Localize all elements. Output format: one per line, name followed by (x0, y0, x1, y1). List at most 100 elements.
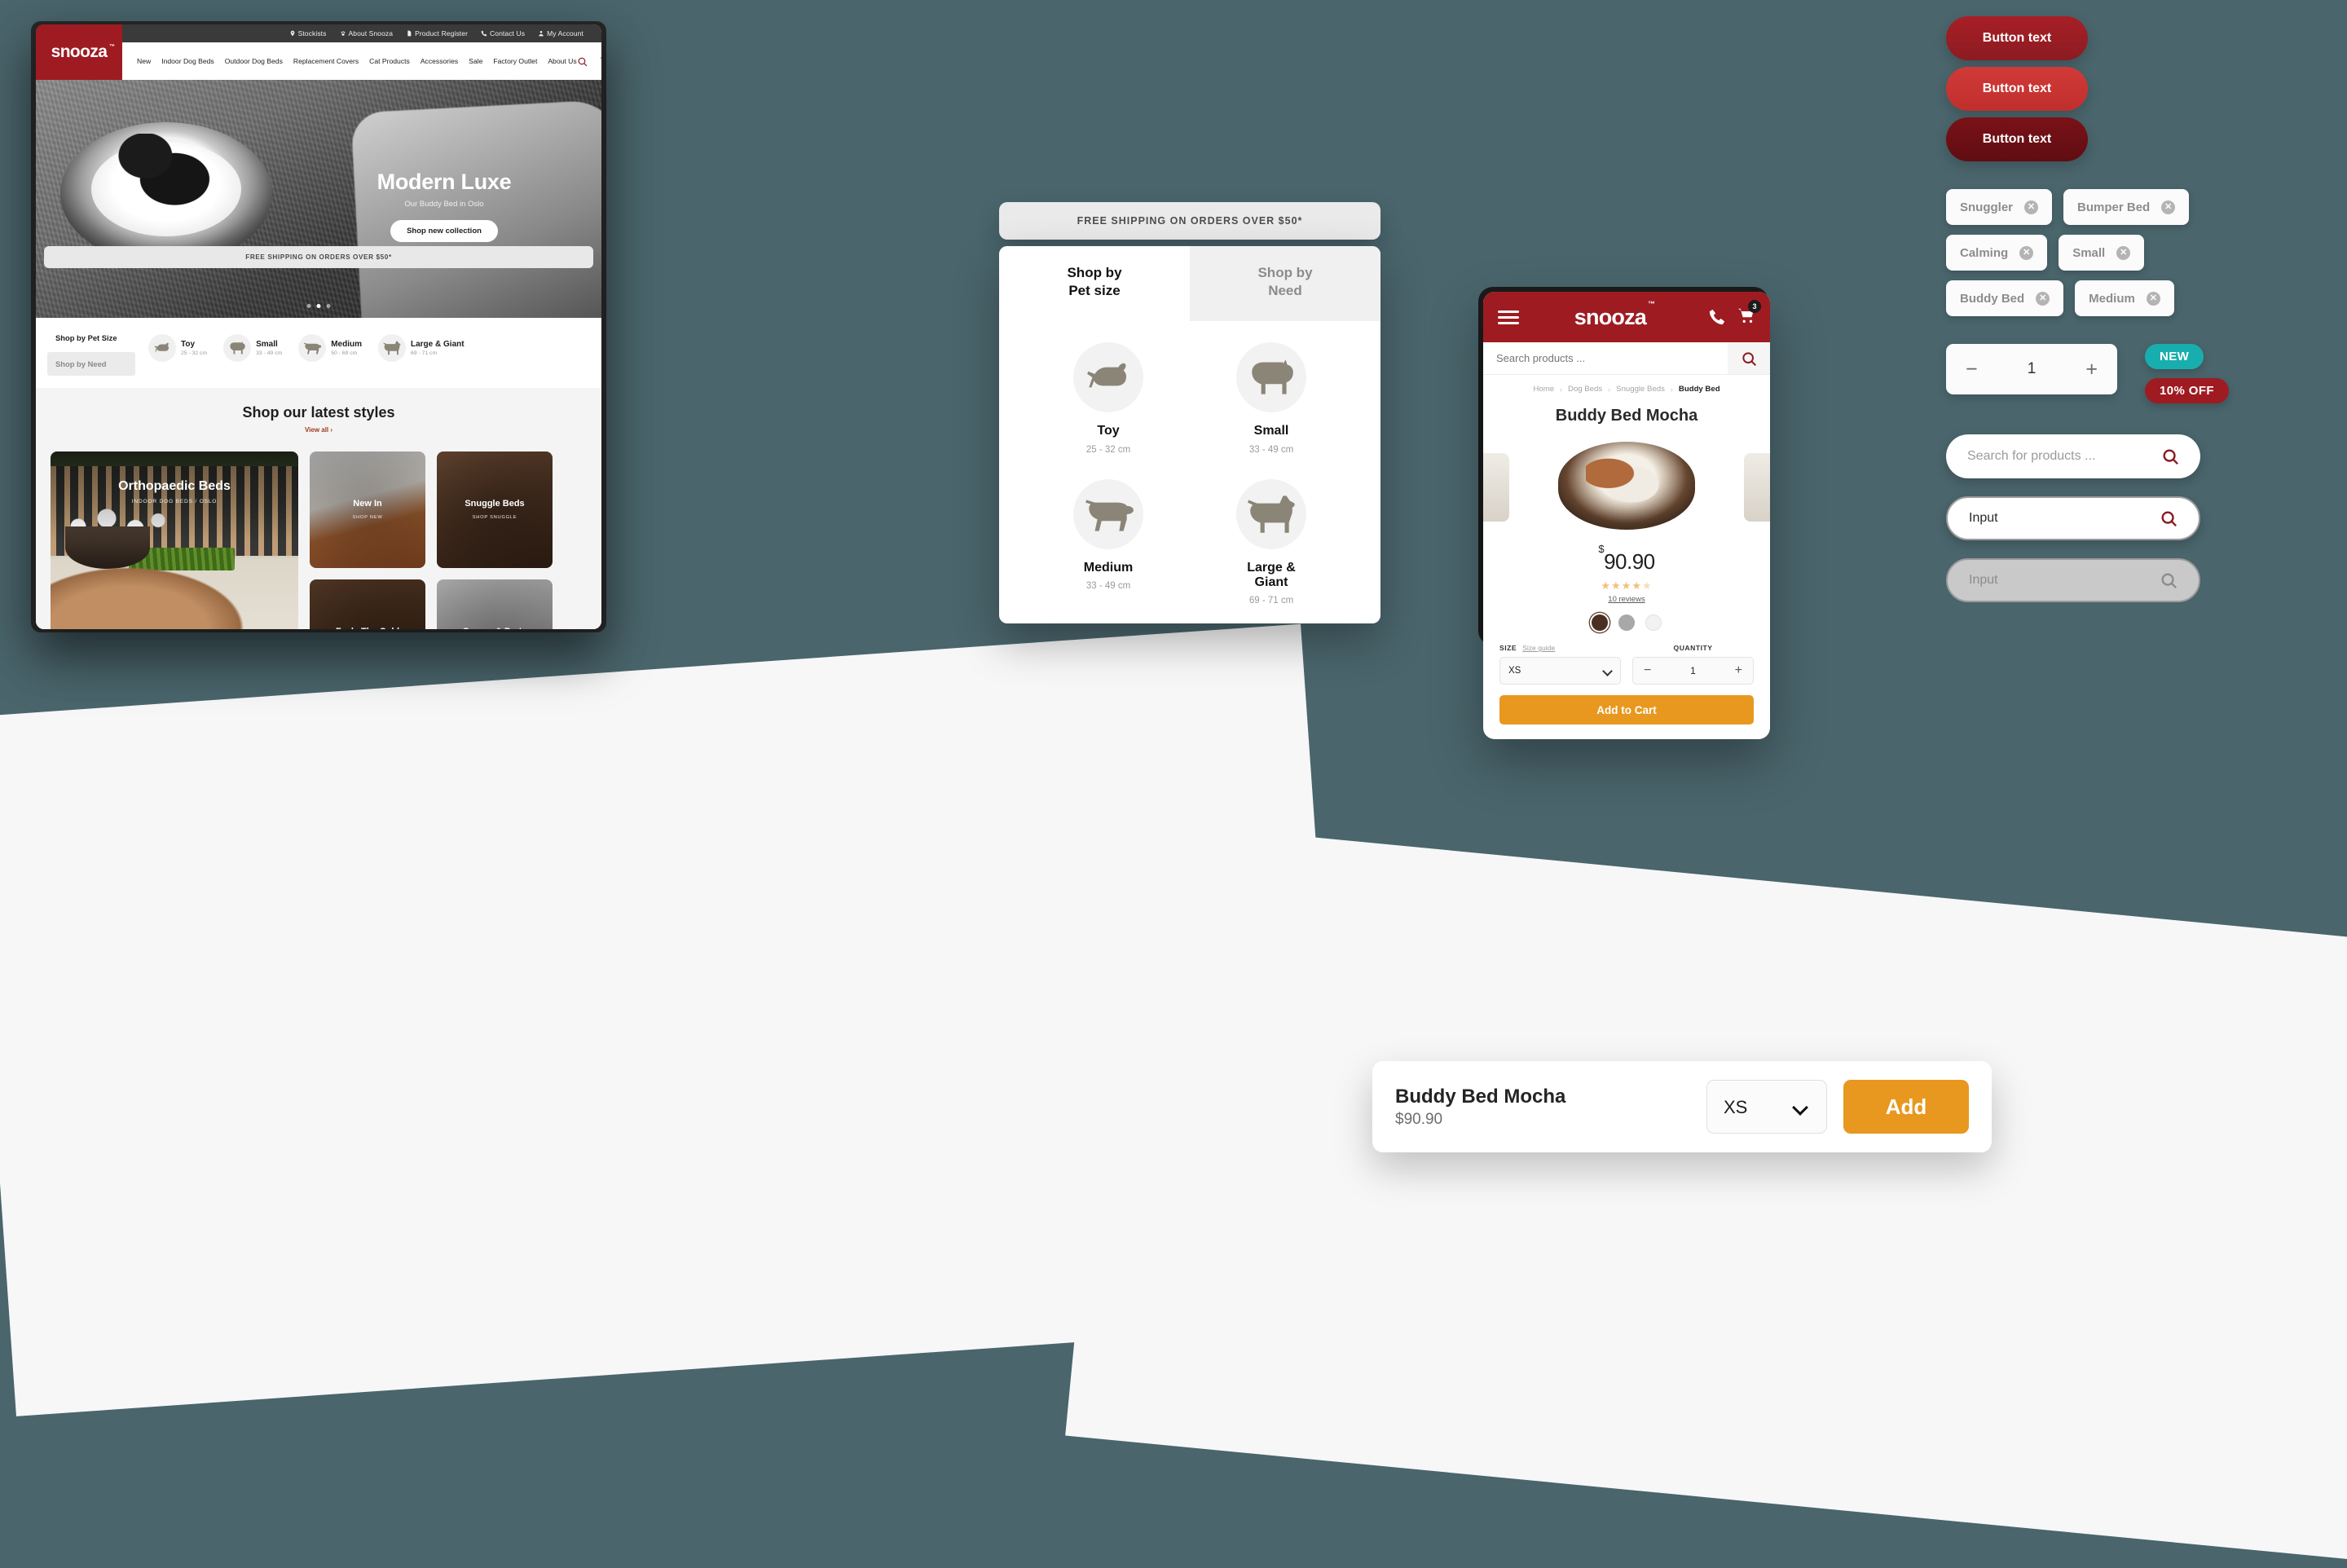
topbar-item-contact[interactable]: Contact Us (481, 29, 525, 37)
tile-new-in[interactable]: New In SHOP NEW (310, 451, 425, 568)
topbar-item-product-register[interactable]: Product Register (406, 29, 468, 37)
breadcrumb-item-home[interactable]: Home (1533, 385, 1554, 394)
brand-logo-block[interactable]: snooza ™ (36, 24, 122, 80)
nav-item-outdoor-dog-beds[interactable]: Outdoor Dog Beds (225, 57, 283, 65)
search-button[interactable] (1728, 342, 1770, 374)
breadcrumb-item-dog-beds[interactable]: Dog Beds (1568, 385, 1602, 394)
petsize-item-large-giant[interactable]: Large & Giant 69 - 71 cm (378, 334, 465, 362)
close-icon[interactable]: ✕ (2116, 245, 2131, 260)
chip-label: Small (2072, 245, 2106, 260)
swatch-mocha[interactable] (1592, 614, 1608, 631)
size-guide-link[interactable]: Size guide (1522, 644, 1555, 652)
search-icon[interactable] (2161, 447, 2179, 465)
modal-size-toy[interactable]: Toy 25 - 32 cm (1027, 342, 1190, 455)
modal-size-small[interactable]: Small 33 - 49 cm (1190, 342, 1353, 455)
primary-button-default[interactable]: Button text (1946, 16, 2088, 60)
nav-item-new[interactable]: New (137, 57, 151, 65)
modal-size-medium[interactable]: Medium 33 - 49 cm (1027, 478, 1190, 606)
cart-icon[interactable] (599, 56, 601, 67)
cart-button[interactable]: 3 (1737, 299, 1761, 328)
add-to-cart-button[interactable]: Add to Cart (1499, 695, 1754, 725)
quantity-value: 1 (1690, 665, 1696, 676)
petsize-name: Large & Giant (411, 339, 465, 349)
filter-chip-calming[interactable]: Calming ✕ (1946, 235, 2048, 271)
close-icon[interactable]: ✕ (2036, 291, 2050, 306)
search-field[interactable] (1969, 511, 2160, 526)
close-icon[interactable]: ✕ (2146, 291, 2160, 306)
quantity-increment-button[interactable]: + (1735, 664, 1742, 677)
tile-dog-image (51, 561, 256, 629)
modal-size-name-line1: Large & (1247, 560, 1296, 575)
sticky-size-select[interactable]: XS S M L (1706, 1080, 1827, 1134)
gallery-prev-thumb[interactable] (1483, 453, 1509, 522)
close-icon[interactable]: ✕ (2161, 200, 2176, 214)
stepper-increment-button[interactable]: + (2085, 359, 2098, 380)
modal-tab-shop-by-pet-size[interactable]: Shop by Pet size (999, 246, 1190, 322)
tab-shop-by-pet-size[interactable]: Shop by Pet Size (55, 329, 134, 346)
topbar-item-about[interactable]: About Snooza (340, 29, 394, 37)
mobile-brand-logo[interactable]: snooza™ (1519, 300, 1708, 330)
tile-snuggle-beds[interactable]: Snuggle Beds SHOP SNUGGLE (437, 451, 553, 568)
search-field[interactable] (1967, 449, 2161, 464)
primary-button-pressed[interactable]: Button text (1946, 117, 2088, 161)
carousel-dots[interactable] (306, 304, 331, 308)
stepper-decrement-button[interactable]: − (1966, 359, 1978, 380)
phone-icon[interactable] (1708, 308, 1726, 326)
close-icon[interactable]: ✕ (2024, 200, 2039, 214)
topbar-item-stockists[interactable]: Stockists (289, 29, 327, 37)
sticky-add-button[interactable]: Add (1843, 1080, 1969, 1134)
quantity-decrement-button[interactable]: − (1644, 664, 1651, 677)
petsize-item-medium[interactable]: Medium 50 - 69 cm (298, 334, 362, 362)
document-icon (407, 30, 412, 37)
view-all-link[interactable]: View all › (36, 426, 601, 434)
modal-tab-shop-by-need[interactable]: Shop by Need (1190, 246, 1380, 322)
petsize-item-small[interactable]: Small 33 - 49 cm (223, 334, 282, 362)
tile-feels-the-cold[interactable]: Feels The Cold SHOP COCOON (310, 579, 425, 629)
hamburger-menu-icon[interactable] (1498, 307, 1519, 328)
modal-size-large-giant[interactable]: Large & Giant 69 - 71 cm (1190, 478, 1353, 606)
tile-orthopaedic-beds[interactable]: Orthopaedic Beds INDOOR DOG BEDS / OSLO … (51, 451, 298, 629)
modal-size-range: 33 - 49 cm (1248, 444, 1294, 455)
carousel-dot[interactable] (326, 304, 331, 308)
topbar-item-my-account[interactable]: My Account (538, 29, 583, 37)
swatch-grey[interactable] (1618, 614, 1635, 631)
breadcrumb-item-snuggle-beds[interactable]: Snuggle Beds (1616, 385, 1665, 394)
filter-chip-group: Snuggler ✕ Bumper Bed ✕ Calming ✕ Small … (1946, 189, 2199, 316)
nav-item-factory-outlet[interactable]: Factory Outlet (493, 57, 537, 65)
filter-chip-snuggler[interactable]: Snuggler ✕ (1946, 189, 2053, 225)
carousel-dot[interactable] (306, 304, 311, 308)
product-gallery[interactable] (1483, 434, 1770, 538)
petsize-text: Medium 50 - 69 cm (331, 340, 362, 357)
nav-item-about-us[interactable]: About Us (548, 57, 576, 65)
search-input-filled[interactable] (1946, 496, 2200, 540)
swatch-white[interactable] (1645, 614, 1662, 631)
petsize-item-toy[interactable]: Toy 25 - 32 cm (148, 334, 207, 362)
modal-size-range: 69 - 71 cm (1248, 596, 1294, 606)
primary-button-hover[interactable]: Button text (1946, 67, 2088, 111)
hero-cta-button[interactable]: Shop new collection (390, 220, 498, 242)
filter-chip-buddy-bed[interactable]: Buddy Bed ✕ (1946, 280, 2064, 316)
filter-chip-medium[interactable]: Medium ✕ (2075, 280, 2174, 316)
search-input-default[interactable] (1946, 434, 2200, 478)
modal-tab-line1: Shop by (1067, 265, 1122, 280)
size-select[interactable]: XS S M L (1499, 657, 1621, 685)
reviews-link[interactable]: 10 reviews (1483, 595, 1770, 604)
size-quantity-row: SIZE Size guide XS S M L QUANTITY − 1 (1483, 631, 1770, 685)
breadcrumb-item-current: Buddy Bed (1678, 385, 1720, 394)
tile-covers-and-parts[interactable]: Covers & Parts SHOP PARTS (437, 579, 553, 629)
close-icon[interactable]: ✕ (2019, 245, 2034, 260)
petsize-range: 25 - 32 cm (181, 350, 208, 357)
search-input[interactable] (1483, 342, 1728, 374)
filter-chip-bumper-bed[interactable]: Bumper Bed ✕ (2063, 189, 2190, 225)
tab-shop-by-need[interactable]: Shop by Need (47, 352, 135, 376)
nav-item-sale[interactable]: Sale (469, 57, 482, 65)
gallery-next-thumb[interactable] (1744, 453, 1770, 522)
nav-item-indoor-dog-beds[interactable]: Indoor Dog Beds (161, 57, 214, 65)
nav-item-accessories[interactable]: Accessories (421, 57, 458, 65)
search-icon[interactable] (577, 56, 588, 67)
filter-chip-small[interactable]: Small ✕ (2059, 235, 2145, 271)
search-icon[interactable] (2160, 509, 2177, 527)
carousel-dot-active[interactable] (316, 304, 321, 308)
nav-item-cat-products[interactable]: Cat Products (369, 57, 410, 65)
nav-item-replacement-covers[interactable]: Replacement Covers (293, 57, 359, 65)
